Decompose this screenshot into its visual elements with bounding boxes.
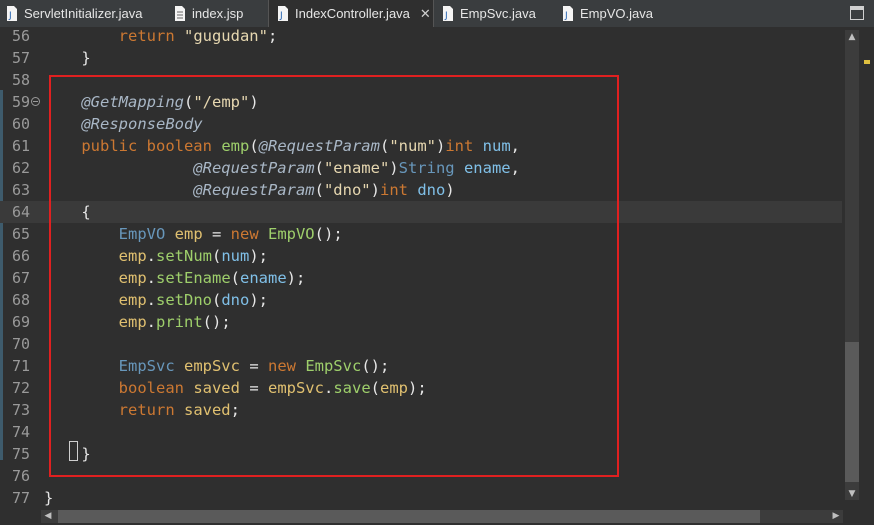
fold-collapse-icon[interactable] [31,97,40,106]
line-number: 73 [12,401,31,419]
java-file-icon: J [562,6,574,21]
svg-text:J: J [279,11,283,21]
java-file-icon: J [6,6,18,21]
tab-servlet-initializer[interactable]: J ServletInitializer.java [6,0,143,27]
line-number: 69 [12,313,31,331]
tab-label: ServletInitializer.java [24,6,143,21]
horizontal-scroll-thumb[interactable] [58,510,760,523]
line-number: 77 [12,489,31,507]
line-number: 64 [12,203,31,221]
tab-index-jsp[interactable]: index.jsp [174,0,243,27]
scroll-down-arrow-icon[interactable]: ▼ [845,487,859,501]
scroll-left-arrow-icon[interactable]: ◀ [41,510,55,523]
highlight-box [49,75,619,477]
line-number: 70 [12,335,31,353]
maximize-icon[interactable] [850,6,864,20]
java-file-icon: J [277,6,289,21]
line-number: 63 [12,181,31,199]
svg-text:J: J [564,11,568,21]
line-number: 57 [12,49,31,67]
code-line[interactable]: 56 return "gugudan"; [0,27,842,47]
line-number: 62 [12,159,31,177]
line-number: 76 [12,467,31,485]
line-number: 58 [12,71,31,89]
jsp-file-icon [174,6,186,21]
tab-empsvc[interactable]: J EmpSvc.java [442,0,536,27]
code-text: return "gugudan"; [44,27,278,45]
close-icon[interactable]: ✕ [420,6,431,22]
line-number: 60 [12,115,31,133]
overview-ruler-marker[interactable] [864,60,870,64]
java-file-icon: J [442,6,454,21]
line-number: 74 [12,423,31,441]
code-line[interactable]: 57 } [0,47,842,69]
tab-index-controller[interactable]: J IndexController.java ✕ [268,0,434,27]
line-number: 67 [12,269,31,287]
line-number: 71 [12,357,31,375]
code-text: } [44,49,91,67]
code-line[interactable]: 77} [0,487,842,508]
line-number: 56 [12,27,31,45]
tab-empvo[interactable]: J EmpVO.java [562,0,653,27]
line-number: 59 [12,93,31,111]
code-text: } [44,489,54,507]
editor-tab-bar: J ServletInitializer.java index.jsp J In… [0,0,874,28]
vertical-scroll-thumb[interactable] [845,342,859,482]
tab-label: index.jsp [192,6,244,21]
line-number: 72 [12,379,31,397]
line-number: 66 [12,247,31,265]
tab-label: EmpVO.java [580,6,653,21]
line-number: 61 [12,137,31,155]
line-number: 75 [12,445,31,463]
svg-text:J: J [8,11,12,21]
scroll-up-arrow-icon[interactable]: ▲ [845,30,859,44]
tab-label: IndexController.java [295,6,410,21]
tab-label: EmpSvc.java [460,6,536,21]
line-number: 65 [12,225,31,243]
svg-text:J: J [444,11,448,21]
text-cursor [69,441,78,461]
scroll-right-arrow-icon[interactable]: ▶ [829,510,843,523]
line-number: 68 [12,291,31,309]
